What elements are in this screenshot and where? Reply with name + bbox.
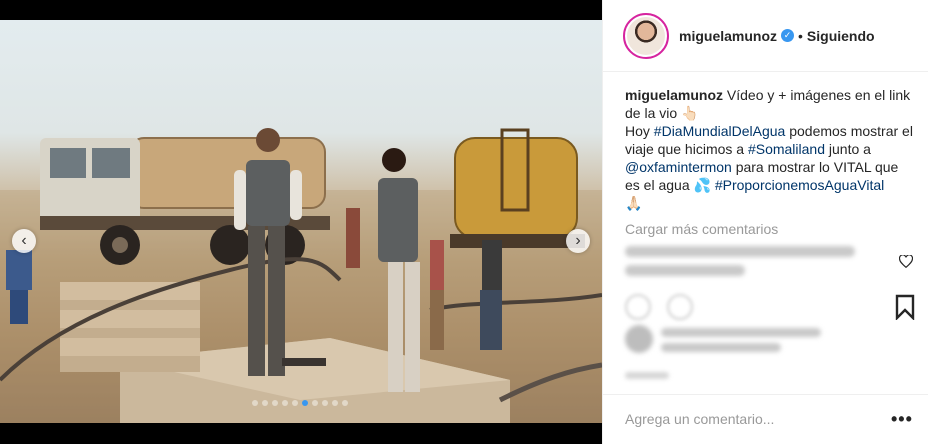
comment-input[interactable] — [625, 411, 865, 427]
bookmark-icon[interactable] — [895, 294, 915, 320]
add-comment-bar: ••• — [603, 394, 928, 444]
carousel-dot — [292, 400, 298, 406]
caption-text: junto a — [825, 141, 871, 157]
avatar[interactable] — [623, 12, 669, 59]
heart-icon[interactable] — [899, 255, 913, 268]
blurred-likes — [625, 325, 895, 355]
carousel-dot — [282, 400, 288, 406]
carousel-indicator — [252, 400, 348, 406]
verified-badge-icon: ✓ — [781, 29, 795, 42]
carousel-dot — [332, 400, 338, 406]
avatar-icon — [627, 16, 665, 55]
carousel-dot — [262, 400, 268, 406]
chevron-left-icon: ‹ — [21, 232, 27, 249]
carousel-dot — [272, 400, 278, 406]
caption-emoji: 👆🏻 — [681, 105, 699, 121]
caption-text: Hoy — [625, 123, 654, 139]
post-caption: miguelamunoz Vídeo y + imágenes en el li… — [625, 86, 915, 212]
blurred-comment — [625, 246, 885, 284]
photo-illustration — [0, 128, 602, 423]
comment-icon[interactable] — [667, 294, 693, 320]
mention-link[interactable]: @oxfamintermon — [625, 159, 732, 175]
post-header: miguelamunoz ✓ • Siguiendo — [603, 0, 928, 72]
caption-emoji: 🙏🏻 — [625, 195, 643, 211]
header-separator: • — [798, 27, 803, 44]
hashtag-link[interactable]: #DiaMundialDelAgua — [654, 123, 786, 139]
carousel-dot — [302, 400, 308, 406]
more-options-icon[interactable]: ••• — [891, 409, 913, 430]
hashtag-link[interactable]: #ProporcionemosAguaVital — [715, 177, 884, 193]
hashtag-link[interactable]: #Somaliland — [748, 141, 825, 157]
chevron-right-icon: › — [575, 232, 581, 249]
right-tanker-truck — [450, 128, 585, 248]
follow-status-button[interactable]: Siguiendo — [807, 28, 875, 44]
blurred-timestamp — [625, 372, 669, 379]
carousel-dot — [252, 400, 258, 406]
carousel-next-button[interactable]: › — [566, 229, 590, 253]
post-photo[interactable]: ‹ › — [0, 20, 602, 423]
carousel-dot — [342, 400, 348, 406]
author-username[interactable]: miguelamunoz — [679, 28, 777, 44]
post-media: ‹ › — [0, 0, 602, 444]
caption-emoji: 💦 — [693, 177, 711, 193]
post-actions — [625, 294, 915, 322]
carousel-dot — [322, 400, 328, 406]
carousel-dot — [312, 400, 318, 406]
caption-author[interactable]: miguelamunoz — [625, 87, 723, 103]
post-side-panel: miguelamunoz ✓ • Siguiendo miguelamunoz … — [602, 0, 928, 444]
like-icon[interactable] — [625, 294, 651, 320]
carousel-prev-button[interactable]: ‹ — [12, 229, 36, 253]
load-more-comments-button[interactable]: Cargar más comentarios — [625, 221, 778, 237]
